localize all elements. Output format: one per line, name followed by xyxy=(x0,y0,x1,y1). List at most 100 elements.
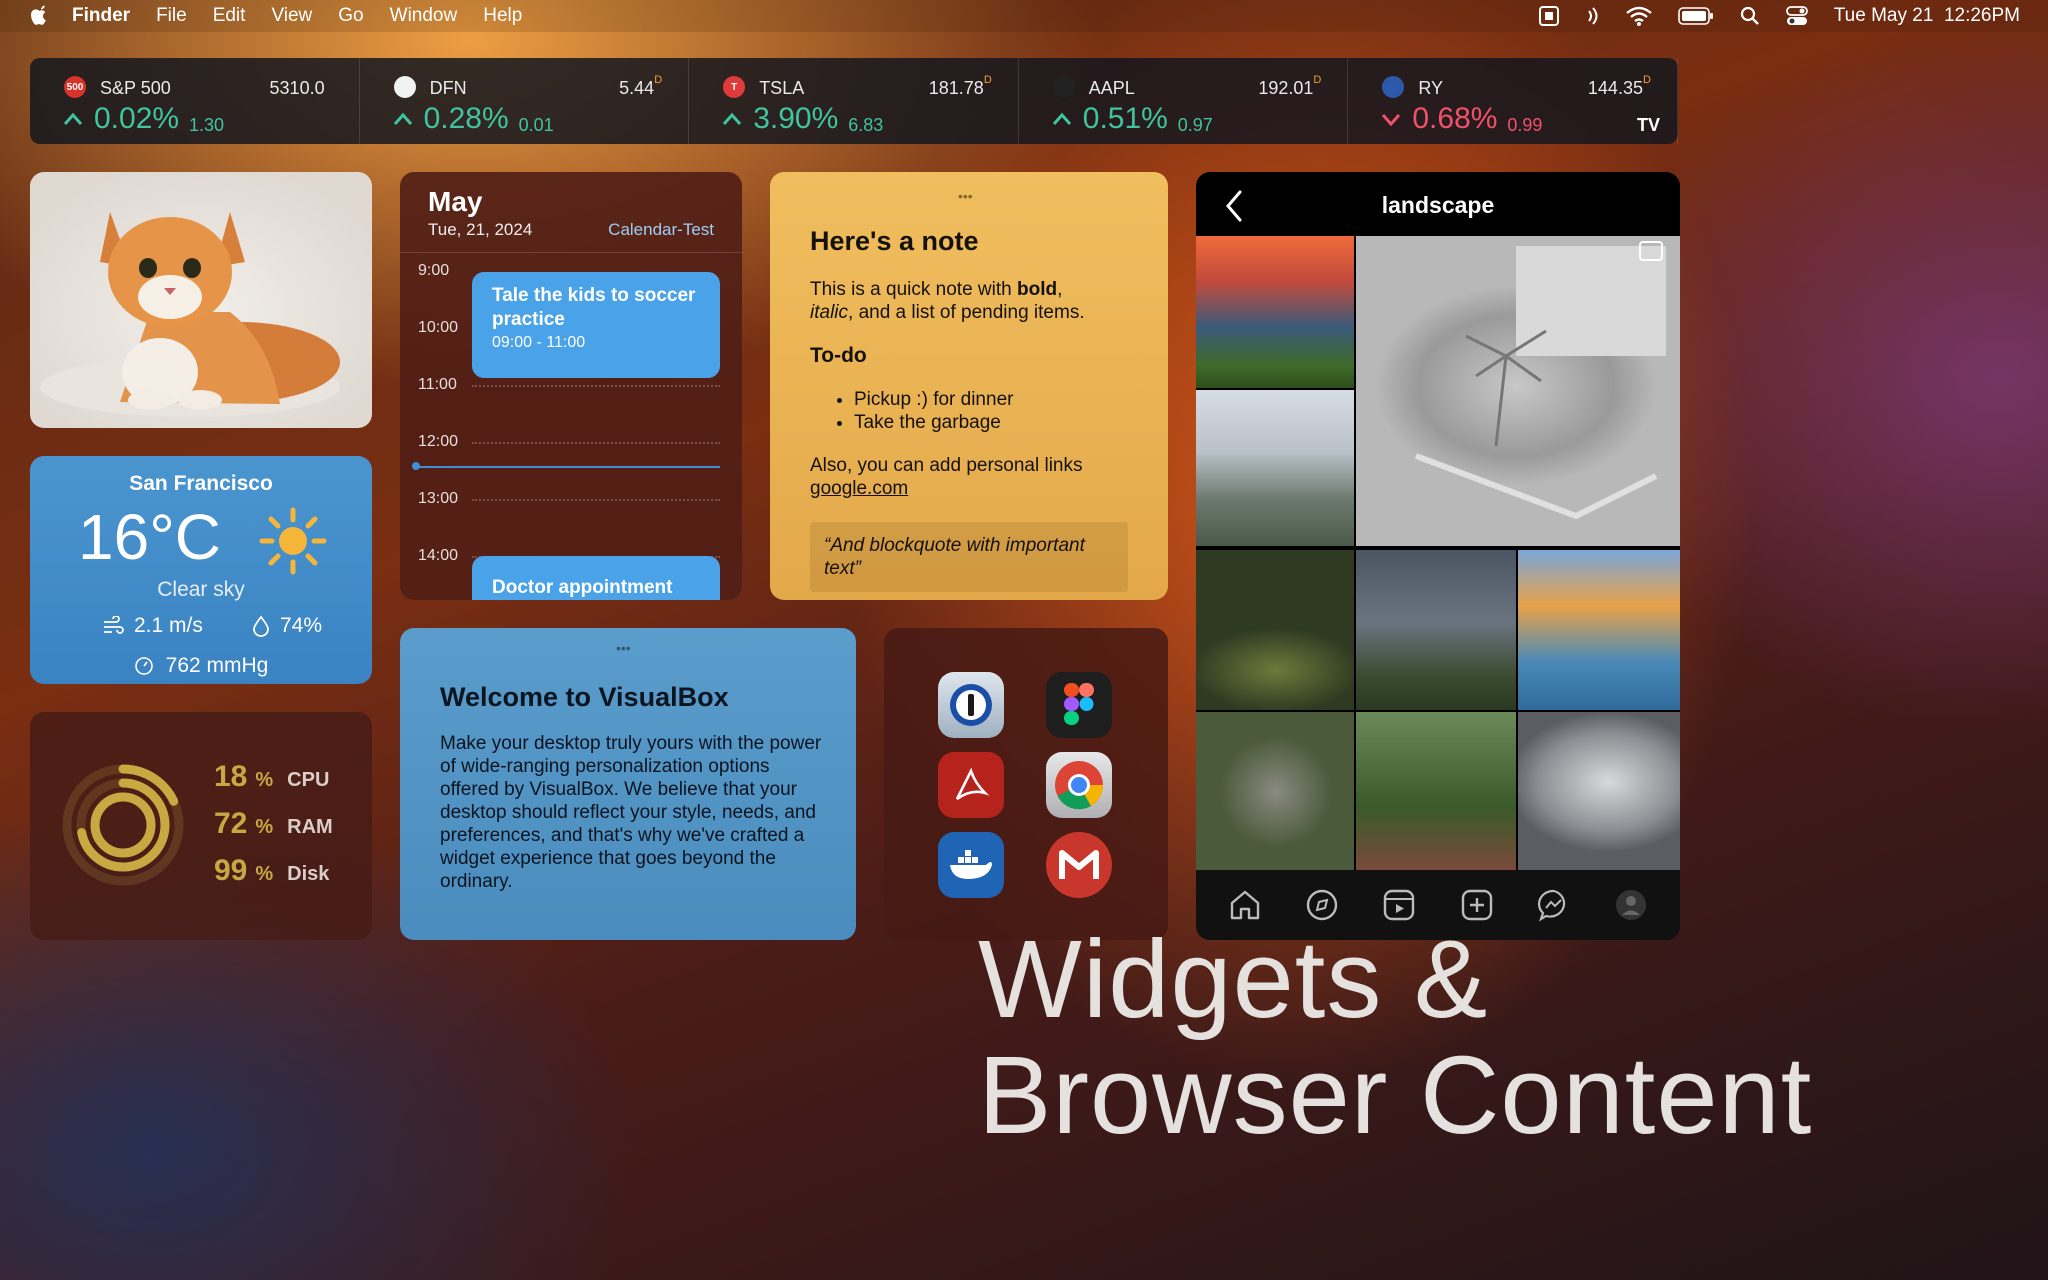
menu-window[interactable]: Window xyxy=(390,5,458,27)
ticker-symbol: RY xyxy=(1418,78,1444,98)
disk-label: Disk xyxy=(287,863,330,885)
photo-widget[interactable] xyxy=(30,172,372,428)
ram-value: 72 xyxy=(214,807,248,840)
welcome-widget[interactable]: ••• Welcome to VisualBox Make your deskt… xyxy=(400,628,856,940)
note-widget[interactable]: ••• Here's a note This is a quick note w… xyxy=(770,172,1168,600)
ticker-item[interactable]: AAPL 192.01 D 0.51% 0.97 xyxy=(1019,58,1349,144)
disk-unit: % xyxy=(255,863,274,885)
search-icon[interactable] xyxy=(1740,6,1760,26)
welcome-title: Welcome to VisualBox xyxy=(440,682,729,712)
grid-photo[interactable] xyxy=(1196,236,1354,388)
ticker-logo-text: 500 xyxy=(66,81,84,93)
ticker-item[interactable]: DFN 5.44 D 0.28% 0.01 xyxy=(360,58,690,144)
delayed-badge: D xyxy=(983,74,992,86)
wifi-icon[interactable] xyxy=(1625,6,1652,26)
menu-file[interactable]: File xyxy=(156,5,187,27)
audio-icon[interactable] xyxy=(1586,5,1600,27)
note-blockquote: “And blockquote with important text” xyxy=(810,522,1128,592)
event-title: Tale the kids to soccer practice xyxy=(492,285,696,330)
ticker-price: 5.44 xyxy=(619,78,655,98)
ticker-logo-icon: T xyxy=(723,76,746,98)
ticker-logo-icon: 500 xyxy=(64,76,86,98)
ticker-symbol: DFN xyxy=(429,78,467,98)
menubar-clock[interactable]: Tue May 21 12:26PM xyxy=(1834,5,2020,27)
explore-icon[interactable] xyxy=(1305,888,1339,922)
menu-help[interactable]: Help xyxy=(483,5,522,27)
system-monitor-widget[interactable]: 18% CPU 72% RAM 99% Disk xyxy=(30,712,372,940)
note-link[interactable]: google.com xyxy=(810,478,908,499)
ticker-percent: 0.51% xyxy=(1082,102,1168,135)
grid-photo[interactable] xyxy=(1356,550,1516,710)
menu-edit[interactable]: Edit xyxy=(213,5,246,27)
docker-icon[interactable] xyxy=(938,832,1004,898)
arrow-up-icon xyxy=(723,112,742,125)
todo-item: Take the garbage xyxy=(854,411,1013,434)
calendar-name[interactable]: Calendar-Test xyxy=(608,220,714,240)
drag-handle[interactable]: ••• xyxy=(616,640,631,656)
grid-photo-featured[interactable] xyxy=(1356,236,1680,546)
note-title: Here's a note xyxy=(810,226,979,256)
todo-item: Pickup :) for dinner xyxy=(854,388,1013,411)
headline-line-2: Browser Content xyxy=(978,1034,1813,1157)
calendar-divider xyxy=(400,252,742,253)
menu-go[interactable]: Go xyxy=(338,5,363,27)
control-center-icon[interactable] xyxy=(1785,6,1808,26)
battery-icon[interactable] xyxy=(1677,7,1714,25)
cpu-row: 18% CPU xyxy=(214,760,329,794)
sun-icon xyxy=(259,507,327,575)
grid-photo[interactable] xyxy=(1356,712,1516,870)
visualbox-icon[interactable] xyxy=(1538,5,1560,27)
note-text: , and a list of pending items. xyxy=(848,302,1085,323)
ticker-price: 192.01 xyxy=(1258,78,1314,98)
weather-humidity: 74% xyxy=(252,614,322,638)
humidity-value: 74% xyxy=(280,614,323,637)
create-icon[interactable] xyxy=(1460,888,1494,922)
calendar-widget[interactable]: May Tue, 21, 2024 Calendar-Test 9:00 10:… xyxy=(400,172,742,600)
grid-photo[interactable] xyxy=(1196,390,1354,546)
cpu-value: 18 xyxy=(214,760,248,793)
promo-headline: Widgets & Browser Content xyxy=(978,922,1812,1154)
tradingview-logo[interactable]: TV xyxy=(1637,115,1660,136)
instagram-widget[interactable]: landscape xyxy=(1196,172,1680,940)
menu-finder[interactable]: Finder xyxy=(72,5,130,27)
arrow-up-icon xyxy=(63,112,83,125)
hour-label: 9:00 xyxy=(418,262,450,279)
figma-icon[interactable] xyxy=(1046,672,1112,738)
ticker-item[interactable]: RY 144.35 D 0.68% 0.99 xyxy=(1348,58,1678,144)
note-links-text: Also, you can add personal links xyxy=(810,455,1083,476)
ticker-symbol: AAPL xyxy=(1088,78,1135,98)
1password-icon[interactable] xyxy=(938,672,1004,738)
ticker-symbol: TSLA xyxy=(759,78,805,98)
ticker-item[interactable]: 500 S&P 500 5310.0 0.02% 1.30 xyxy=(30,58,360,144)
avatar-icon[interactable] xyxy=(1614,888,1648,922)
gmail-icon[interactable] xyxy=(1046,832,1112,898)
status-area: Tue May 21 12:26PM xyxy=(1538,0,2020,32)
acrobat-icon[interactable] xyxy=(938,752,1004,818)
delayed-badge: D xyxy=(1313,74,1322,86)
menu-bar: Finder File Edit View Go Window Help Tue… xyxy=(0,0,2048,32)
home-icon[interactable] xyxy=(1228,888,1262,922)
weather-pressure: 762 mmHg xyxy=(30,654,372,678)
grid-photo[interactable] xyxy=(1196,712,1354,870)
apple-icon[interactable] xyxy=(28,4,50,28)
weather-widget[interactable]: San Francisco 16°C Clear sky 2.1 m/s 74%… xyxy=(30,456,372,684)
ram-unit: % xyxy=(255,816,274,838)
drag-handle[interactable]: ••• xyxy=(958,188,973,204)
grid-photo[interactable] xyxy=(1518,712,1680,870)
ticker-item[interactable]: T TSLA 181.78 D 3.90% 6.83 xyxy=(689,58,1019,144)
ticker-price: 5310.0 xyxy=(269,78,325,98)
messenger-icon[interactable] xyxy=(1537,888,1571,922)
ticker-logo-text: T xyxy=(731,81,738,93)
calendar-event[interactable]: Doctor appointment xyxy=(472,556,720,600)
reels-icon[interactable] xyxy=(1382,888,1416,922)
hour-gridline xyxy=(472,442,720,444)
ticker-price: 181.78 xyxy=(928,78,984,98)
chrome-icon[interactable] xyxy=(1046,752,1112,818)
grid-photo[interactable] xyxy=(1196,550,1354,710)
todo-heading: To-do xyxy=(810,344,867,367)
grid-photo[interactable] xyxy=(1518,550,1680,710)
calendar-event[interactable]: Tale the kids to soccer practice 09:00 -… xyxy=(472,272,720,378)
menu-view[interactable]: View xyxy=(271,5,312,27)
welcome-body: Make your desktop truly yours with the p… xyxy=(440,733,822,892)
hour-label: 10:00 xyxy=(418,319,459,336)
